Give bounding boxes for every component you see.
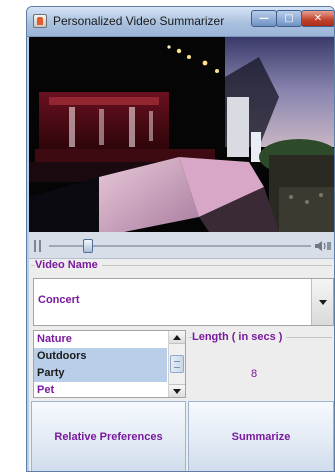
maximize-button[interactable]: □ xyxy=(276,10,302,27)
list-item[interactable]: Outdoors xyxy=(34,348,167,365)
app-window: Personalized Video Summarizer — □ ✕ Vide… xyxy=(26,6,335,472)
title-bar[interactable]: Personalized Video Summarizer — □ ✕ xyxy=(27,7,334,37)
concert-stage-image xyxy=(29,37,334,232)
scroll-up-arrow-icon[interactable] xyxy=(169,331,185,344)
pause-icon[interactable] xyxy=(34,240,42,252)
list-item[interactable]: Party xyxy=(34,365,167,382)
length-label: Length ( in secs ) xyxy=(192,331,287,343)
tag-list[interactable]: Nature Outdoors Party Pet xyxy=(33,330,186,398)
video-frame[interactable] xyxy=(29,37,334,232)
length-value: 8 xyxy=(251,368,258,380)
chevron-down-icon[interactable] xyxy=(311,279,333,325)
volume-icon[interactable] xyxy=(314,239,332,253)
summarize-button[interactable]: Summarize xyxy=(188,401,334,471)
relative-preferences-button[interactable]: Relative Preferences xyxy=(31,401,186,471)
video-name-label: Video Name xyxy=(35,259,102,271)
video-name-selected-value: Concert xyxy=(38,294,80,306)
app-icon xyxy=(33,14,47,28)
close-button[interactable]: ✕ xyxy=(301,10,334,27)
minimize-button[interactable]: — xyxy=(251,10,277,27)
controls-panel: Video Name Concert Nature Outdoors Party… xyxy=(29,259,334,471)
window-title: Personalized Video Summarizer xyxy=(53,14,225,28)
seek-track[interactable] xyxy=(49,239,311,253)
scroll-down-arrow-icon[interactable] xyxy=(169,384,185,397)
list-item[interactable]: Pet xyxy=(34,382,167,399)
tag-list-scrollbar[interactable] xyxy=(168,331,185,397)
video-name-select[interactable]: Concert xyxy=(33,278,334,326)
list-item[interactable]: Nature xyxy=(34,331,167,348)
seek-thumb[interactable] xyxy=(83,239,94,253)
scroll-thumb[interactable] xyxy=(170,355,184,373)
seek-bar[interactable] xyxy=(29,232,334,259)
